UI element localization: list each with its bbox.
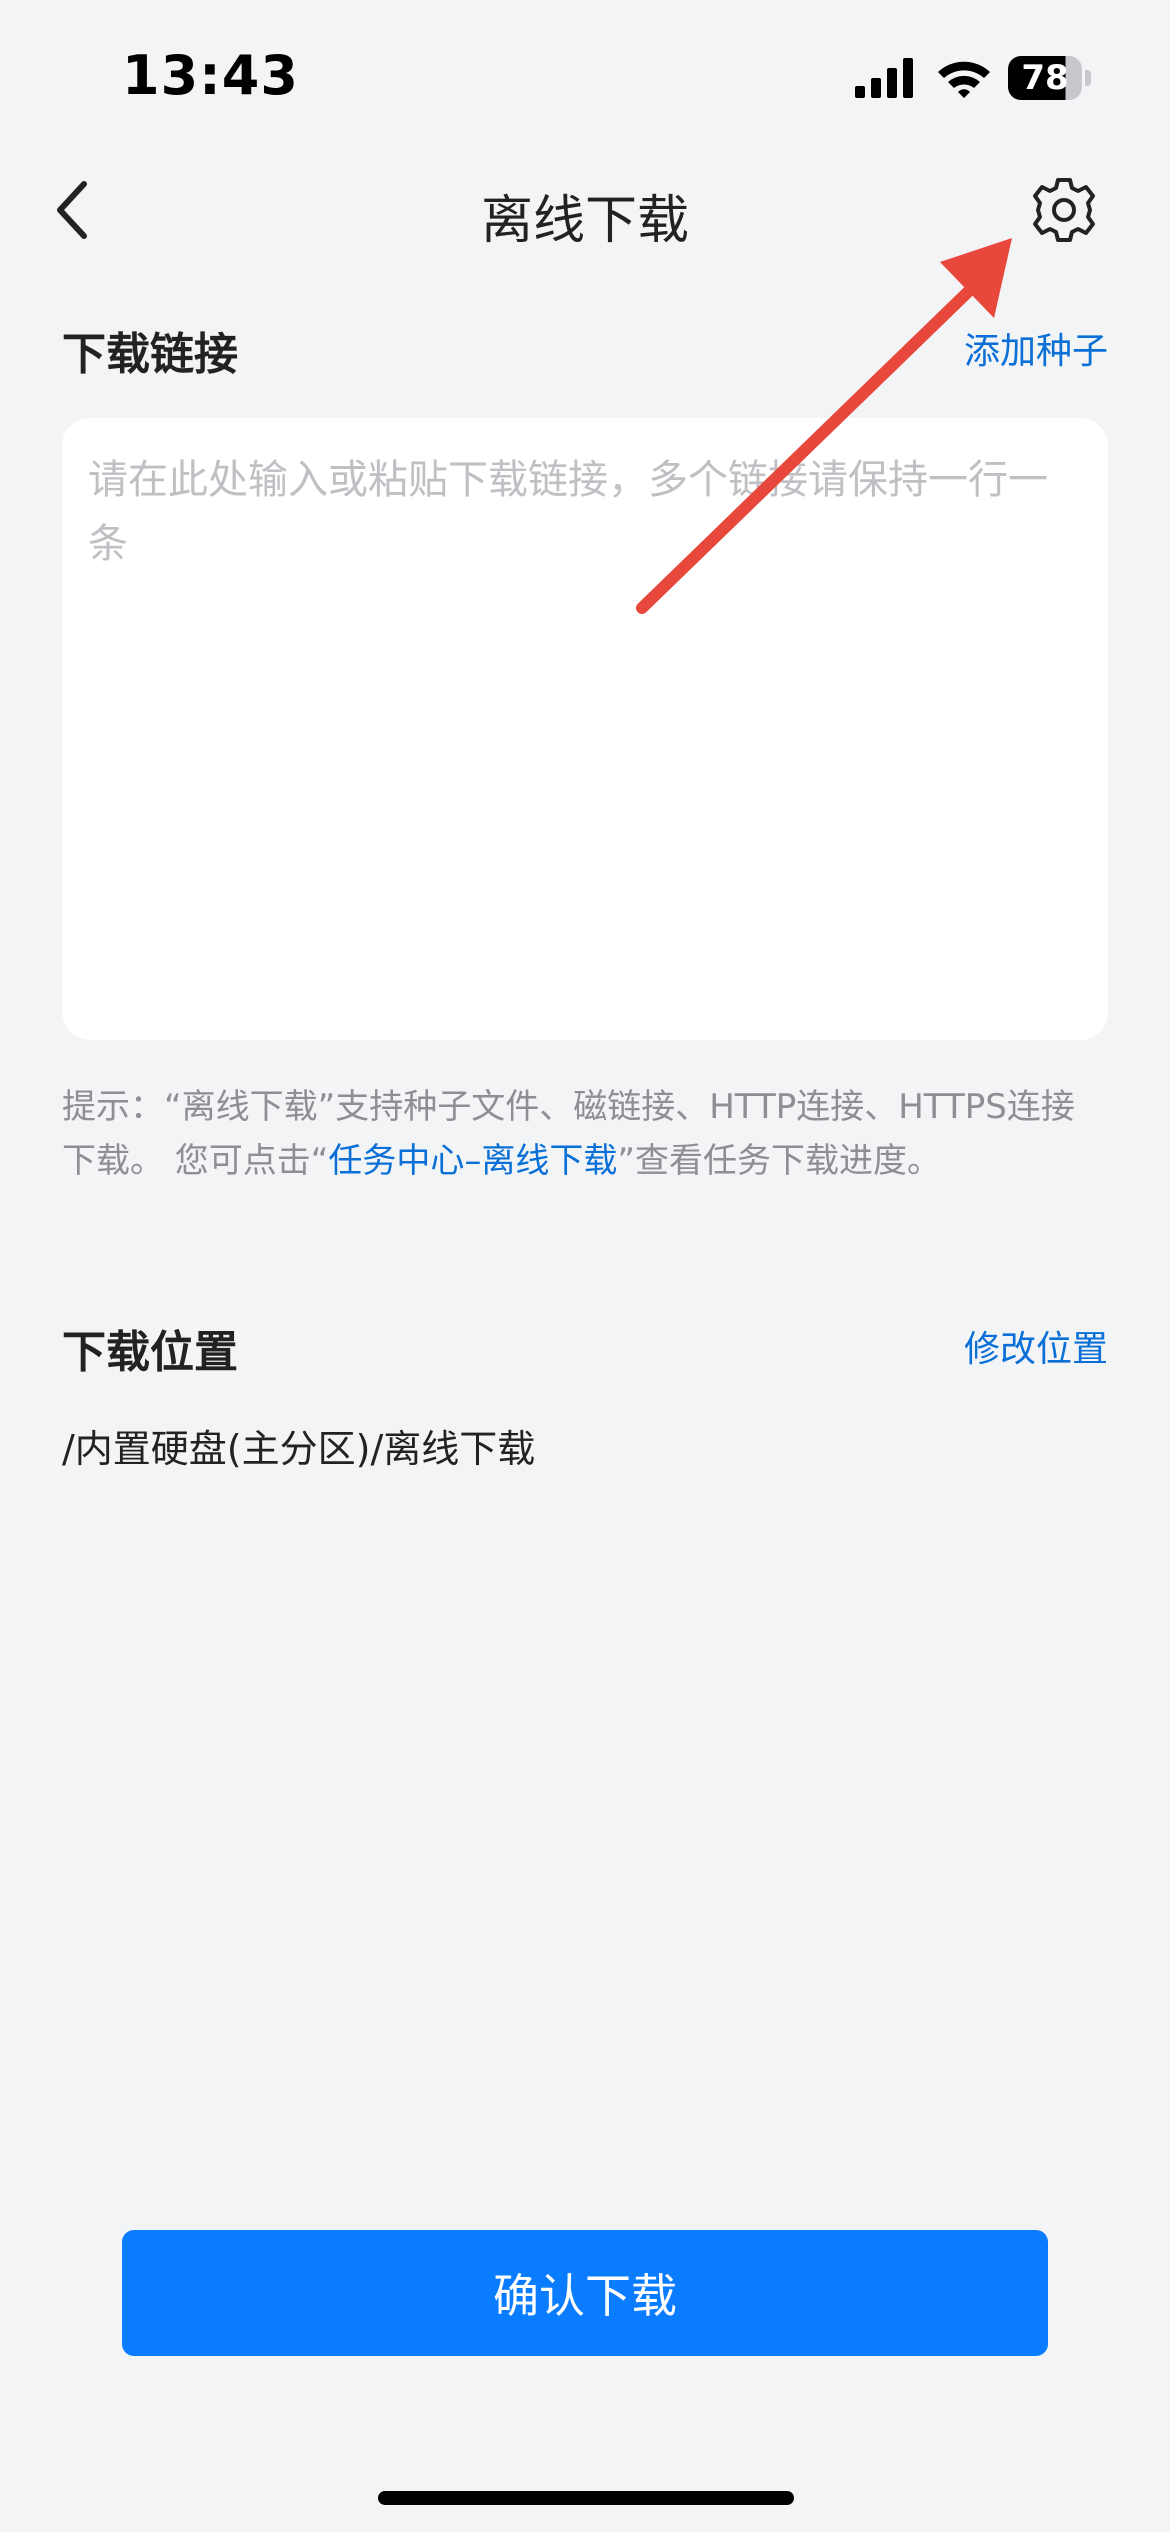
home-indicator <box>378 2491 794 2505</box>
download-location-path: /内置硬盘(主分区)/离线下载 <box>62 1427 536 1471</box>
signal-icon <box>855 58 913 98</box>
hint-suffix: ”查看任务下载进度。 <box>617 1141 942 1181</box>
modify-location-link[interactable]: 修改位置 <box>964 1320 1108 1372</box>
battery-cap <box>1085 70 1091 86</box>
task-center-link[interactable]: 任务中心–离线下载 <box>328 1141 617 1181</box>
confirm-download-button[interactable]: 确认下载 <box>122 2230 1048 2356</box>
download-link-input[interactable] <box>62 418 1108 1040</box>
status-time: 13:43 <box>122 44 299 107</box>
battery-icon: 78 <box>1008 56 1092 100</box>
download-location-title: 下载位置 <box>62 1327 238 1378</box>
wifi-icon <box>938 61 990 98</box>
hint-text: 提示：“离线下载”支持种子文件、磁链接、HTTP连接、HTTPS连接下载。 您可… <box>62 1080 1108 1188</box>
nav-bar: 离线下载 <box>0 150 1170 270</box>
add-torrent-link[interactable]: 添加种子 <box>964 322 1108 374</box>
battery-level: 78 <box>1021 58 1069 98</box>
settings-button[interactable] <box>1026 172 1102 248</box>
download-link-title: 下载链接 <box>62 329 238 380</box>
status-bar: 13:43 78 <box>0 0 1170 150</box>
page-title: 离线下载 <box>480 191 689 251</box>
gear-icon <box>1033 178 1095 242</box>
